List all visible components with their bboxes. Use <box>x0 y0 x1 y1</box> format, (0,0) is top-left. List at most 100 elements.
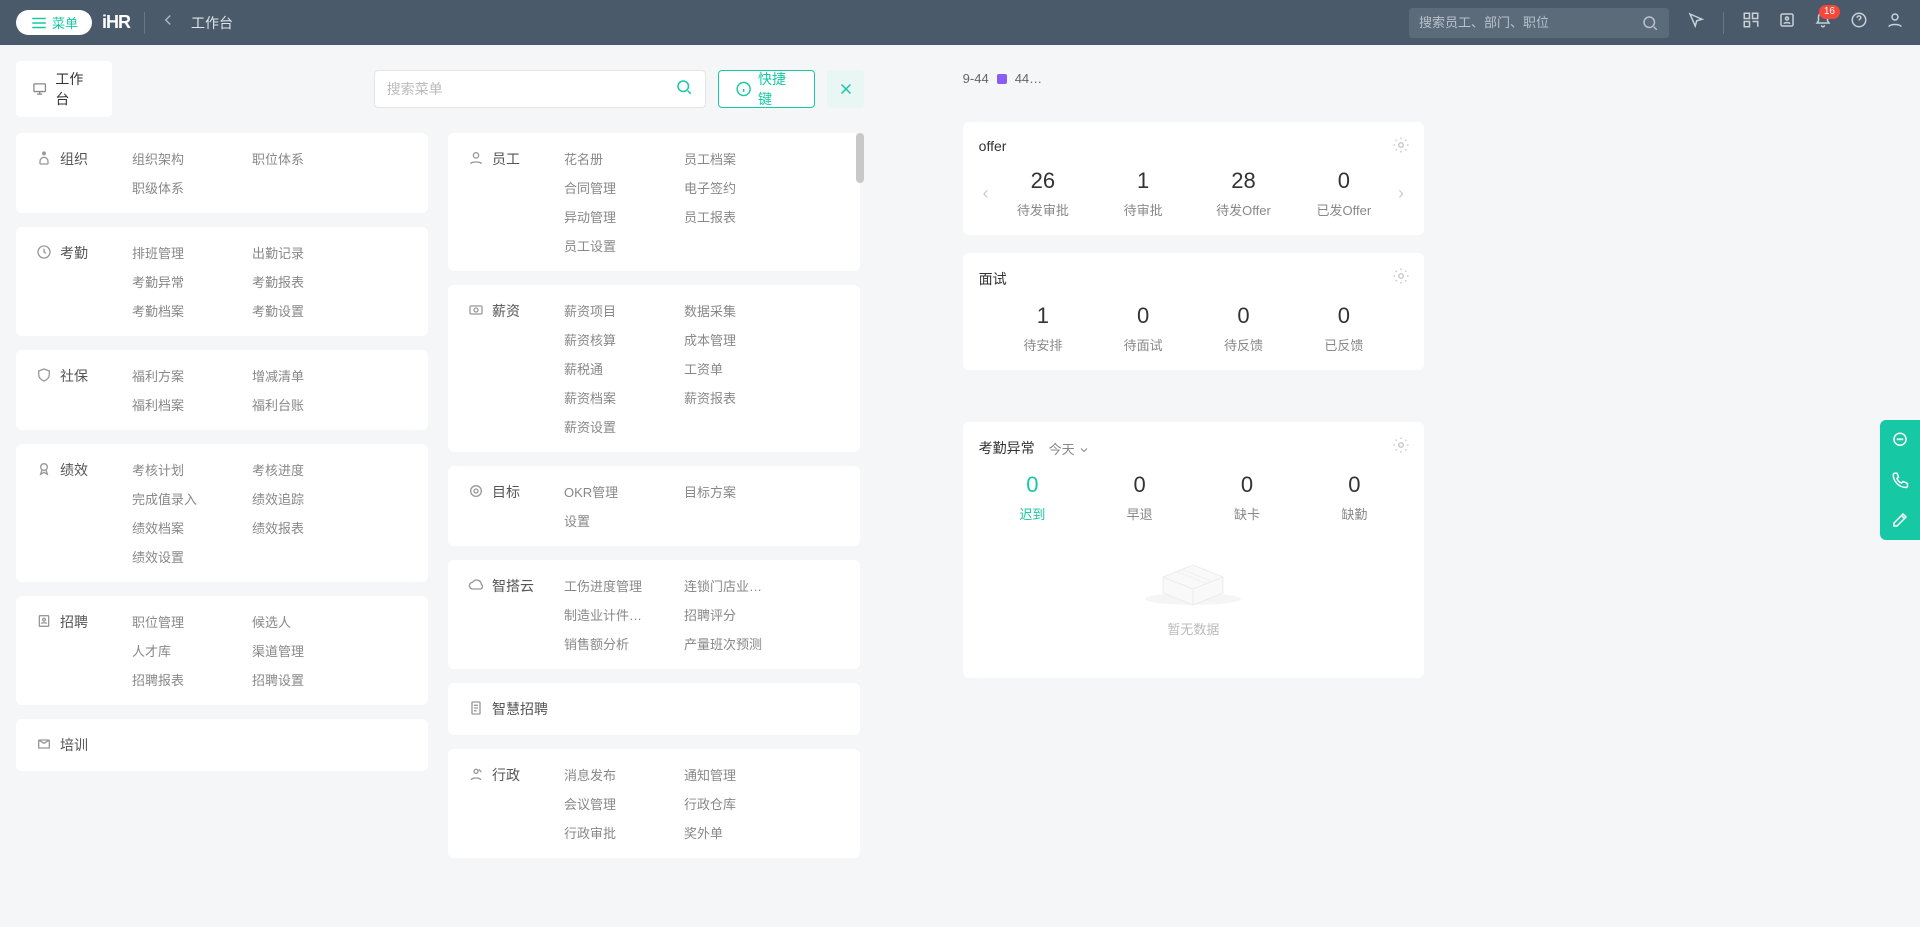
menu-link[interactable]: 薪资档案 <box>564 388 660 407</box>
attendance-stat-2[interactable]: 0缺卡 <box>1193 472 1300 523</box>
menu-link[interactable]: 考勤异常 <box>132 272 228 291</box>
menu-link[interactable]: 职位体系 <box>252 149 348 168</box>
menu-category[interactable]: 组织 <box>36 149 108 197</box>
menu-link[interactable]: 合同管理 <box>564 178 660 197</box>
menu-link[interactable]: 增减清单 <box>252 366 348 385</box>
menu-category[interactable]: 行政 <box>468 765 540 842</box>
attendance-stat-3[interactable]: 0缺勤 <box>1301 472 1408 523</box>
menu-link[interactable]: 产量班次预测 <box>684 634 780 653</box>
menu-link[interactable]: 绩效设置 <box>132 547 228 566</box>
menu-link[interactable]: 销售额分析 <box>564 634 660 653</box>
menu-category[interactable]: 员工 <box>468 149 540 255</box>
menu-link[interactable]: 薪资核算 <box>564 330 660 349</box>
menu-search[interactable] <box>374 70 706 108</box>
menu-link[interactable]: 制造业计件… <box>564 605 660 624</box>
menu-category[interactable]: 绩效 <box>36 460 108 566</box>
menu-scrollbar[interactable] <box>856 133 864 183</box>
menu-link[interactable]: 完成值录入 <box>132 489 228 508</box>
menu-link[interactable]: 考核计划 <box>132 460 228 479</box>
cursor-icon[interactable] <box>1687 11 1705 34</box>
menu-link[interactable]: 奖外单 <box>684 823 780 842</box>
menu-category[interactable]: 目标 <box>468 482 540 530</box>
menu-link[interactable]: 通知管理 <box>684 765 780 784</box>
menu-column-a[interactable]: 组织 组织架构 职位体系职级体系考勤 排班管理 出勤记录考勤异常 考勤报表考勤档案 考勤设置… <box>16 133 432 911</box>
chevron-right-icon[interactable]: › <box>1394 183 1408 204</box>
menu-category[interactable]: 智搭云 <box>468 576 540 653</box>
menu-category[interactable]: 招聘 <box>36 612 108 689</box>
menu-category[interactable]: 考勤 <box>36 243 108 320</box>
float-edit-button[interactable] <box>1880 500 1920 540</box>
card-settings-icon[interactable] <box>1392 267 1410 290</box>
menu-link[interactable]: 招聘设置 <box>252 670 348 689</box>
chevron-left-icon[interactable]: ‹ <box>979 183 993 204</box>
global-search-input[interactable] <box>1409 8 1669 38</box>
menu-link[interactable]: 花名册 <box>564 149 660 168</box>
menu-link[interactable]: 职位管理 <box>132 612 228 631</box>
menu-link[interactable]: 薪税通 <box>564 359 660 378</box>
help-icon[interactable] <box>1850 11 1868 34</box>
menu-link[interactable]: 绩效追踪 <box>252 489 348 508</box>
float-phone-button[interactable] <box>1880 460 1920 500</box>
attendance-period-dropdown[interactable]: 今天 <box>1049 439 1091 458</box>
close-menu-button[interactable] <box>827 70 864 108</box>
menu-link[interactable]: 异动管理 <box>564 207 660 226</box>
menu-link[interactable]: 排班管理 <box>132 243 228 262</box>
menu-link[interactable]: OKR管理 <box>564 482 660 501</box>
menu-link[interactable]: 招聘报表 <box>132 670 228 689</box>
menu-link[interactable]: 电子签约 <box>684 178 780 197</box>
contacts-icon[interactable] <box>1778 11 1796 34</box>
menu-link[interactable]: 目标方案 <box>684 482 780 501</box>
menu-link[interactable]: 薪资项目 <box>564 301 660 320</box>
menu-link[interactable]: 考勤设置 <box>252 301 348 320</box>
menu-link[interactable]: 组织架构 <box>132 149 228 168</box>
interview-stat-1[interactable]: 0待面试 <box>1093 303 1193 354</box>
interview-stat-3[interactable]: 0已反馈 <box>1294 303 1394 354</box>
offer-stat-3[interactable]: 0已发Offer <box>1294 168 1394 219</box>
workbench-chip[interactable]: 工作台 <box>16 61 112 117</box>
menu-link[interactable]: 工伤进度管理 <box>564 576 660 595</box>
menu-link[interactable]: 考勤报表 <box>252 272 348 291</box>
menu-link[interactable]: 绩效报表 <box>252 518 348 537</box>
card-settings-icon[interactable] <box>1392 436 1410 459</box>
menu-category[interactable]: 薪资 <box>468 301 540 436</box>
menu-link[interactable]: 福利台账 <box>252 395 348 414</box>
menu-category[interactable]: 智慧招聘 <box>468 699 548 719</box>
menu-link[interactable]: 行政仓库 <box>684 794 780 813</box>
menu-link[interactable]: 行政审批 <box>564 823 660 842</box>
menu-link[interactable]: 薪资设置 <box>564 417 660 436</box>
menu-button[interactable]: 菜单 <box>16 10 92 35</box>
menu-link[interactable]: 数据采集 <box>684 301 780 320</box>
menu-link[interactable]: 绩效档案 <box>132 518 228 537</box>
menu-link[interactable]: 人才库 <box>132 641 228 660</box>
logo[interactable]: iHR <box>102 12 130 33</box>
menu-link[interactable]: 福利档案 <box>132 395 228 414</box>
menu-link[interactable]: 招聘评分 <box>684 605 780 624</box>
attendance-stat-1[interactable]: 0早退 <box>1086 472 1193 523</box>
menu-link[interactable]: 会议管理 <box>564 794 660 813</box>
user-icon[interactable] <box>1886 11 1904 34</box>
menu-link[interactable]: 福利方案 <box>132 366 228 385</box>
bell-icon[interactable]: 16 <box>1814 11 1832 34</box>
menu-category[interactable]: 培训 <box>36 735 108 755</box>
search-icon[interactable] <box>1641 14 1659 37</box>
menu-link[interactable]: 连锁门店业… <box>684 576 780 595</box>
shortcut-button[interactable]: 快捷键 <box>718 70 816 108</box>
menu-link[interactable]: 职级体系 <box>132 178 228 197</box>
offer-stat-0[interactable]: 26待发审批 <box>993 168 1093 219</box>
menu-link[interactable]: 员工设置 <box>564 236 660 255</box>
menu-link[interactable]: 渠道管理 <box>252 641 348 660</box>
menu-link[interactable]: 考勤档案 <box>132 301 228 320</box>
card-settings-icon[interactable] <box>1392 136 1410 159</box>
qr-icon[interactable] <box>1742 11 1760 34</box>
menu-link[interactable]: 考核进度 <box>252 460 348 479</box>
back-icon[interactable] <box>159 11 177 34</box>
menu-link[interactable]: 出勤记录 <box>252 243 348 262</box>
menu-search-input[interactable] <box>387 81 675 97</box>
interview-stat-2[interactable]: 0待反馈 <box>1193 303 1293 354</box>
interview-stat-0[interactable]: 1待安排 <box>993 303 1093 354</box>
menu-link[interactable]: 薪资报表 <box>684 388 780 407</box>
menu-category[interactable]: 社保 <box>36 366 108 414</box>
offer-stat-1[interactable]: 1待审批 <box>1093 168 1193 219</box>
menu-link[interactable]: 员工档案 <box>684 149 780 168</box>
search-icon[interactable] <box>675 78 693 101</box>
